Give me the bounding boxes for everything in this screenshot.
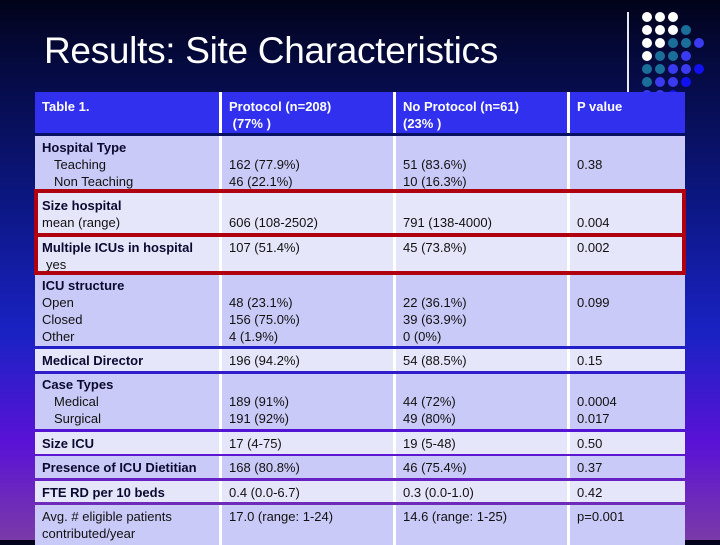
decorative-dot [668,38,678,48]
decorative-dot [694,64,704,74]
table-row-fte-rd: FTE RD per 10 beds 0.4 (0.0-6.7) 0.3 (0.… [35,481,685,502]
decorative-dot-grid-icon [642,12,720,102]
header-no-protocol: No Protocol (n=61) (23% ) [396,92,570,133]
decorative-dot [642,51,652,61]
decorative-dot [681,77,691,87]
decorative-dot [655,64,665,74]
table-row-avg-eligible-patients: Avg. # eligible patients contributed/yea… [35,505,685,545]
row-label: Hospital Type [42,140,127,155]
table-row-multiple-icus: Multiple ICUs in hospital yes 107 (51.4%… [35,236,685,272]
header-p-value: P value [570,92,685,133]
decorative-dot [681,38,691,48]
decorative-dot [668,12,678,22]
decorative-dot [668,25,678,35]
decorative-dot [655,25,665,35]
table-row-icu-structure: ICU structure Open Closed Other 48 (23.1… [35,275,685,346]
table-header-row: Table 1. Protocol (n=208) (77% ) No Prot… [35,92,685,133]
decorative-dot [642,38,652,48]
decorative-dot [642,12,652,22]
decorative-dot [668,51,678,61]
decorative-dot [655,12,665,22]
table-row-case-types: Case Types Medical Surgical 189 (91%) 19… [35,374,685,429]
table-row-size-hospital: Size hospital mean (range) 606 (108-2502… [35,193,685,233]
decorative-dot [668,77,678,87]
slide-title: Results: Site Characteristics [44,30,498,71]
decorative-dot [642,64,652,74]
header-protocol: Protocol (n=208) (77% ) [222,92,396,133]
decorative-dot [655,77,665,87]
decorative-dot [681,25,691,35]
decorative-dot [655,51,665,61]
decorative-divider-line [627,12,629,92]
decorative-dot [694,38,704,48]
decorative-dot [642,77,652,87]
decorative-dot [655,38,665,48]
decorative-dot [681,64,691,74]
table-row-size-icu: Size ICU 17 (4-75) 19 (5-48) 0.50 [35,432,685,454]
table-row-icu-dietitian: Presence of ICU Dietitian 168 (80.8%) 46… [35,456,685,478]
header-table-label: Table 1. [35,92,222,133]
decorative-dot [642,25,652,35]
table-row-medical-director: Medical Director 196 (94.2%) 54 (88.5%) … [35,349,685,371]
decorative-dot [681,51,691,61]
decorative-dot [668,64,678,74]
table-row-hospital-type: Hospital Type Teaching Non Teaching 162 … [35,136,685,191]
